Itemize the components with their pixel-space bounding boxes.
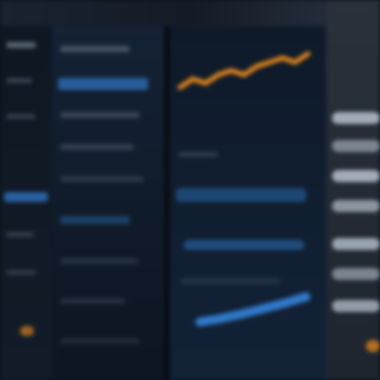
orange-dot-icon xyxy=(366,340,380,352)
right-item[interactable] xyxy=(332,140,380,152)
right-item[interactable] xyxy=(332,170,380,182)
right-panel xyxy=(326,0,380,380)
right-item[interactable] xyxy=(332,112,380,124)
line-chart xyxy=(177,51,311,327)
orange-series-line xyxy=(177,51,311,90)
right-item[interactable] xyxy=(332,268,380,280)
blurred-app-window xyxy=(0,0,380,380)
blue-series-line xyxy=(195,292,311,327)
right-item[interactable] xyxy=(332,200,380,212)
right-item[interactable] xyxy=(332,238,380,250)
right-item[interactable] xyxy=(332,300,380,312)
